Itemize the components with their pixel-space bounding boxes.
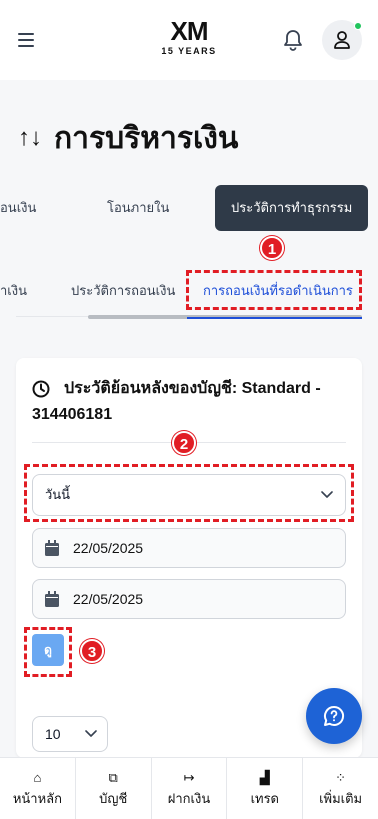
deposit-icon: ↦ [183,770,195,785]
transfer-arrows-icon: ↑↓ [18,124,42,151]
chat-support-button[interactable] [306,688,362,744]
nav-more-label: เพิ่มเติม [319,791,363,806]
date-to-field[interactable]: 22/05/2025 [32,579,346,619]
date-from-field[interactable]: 22/05/2025 [32,528,346,568]
online-status-dot [354,22,362,30]
tab-withdraw[interactable]: อนเงิน [0,185,36,231]
page-size-value: 10 [45,726,61,742]
calendar-icon [45,540,59,556]
nav-deposit-label: ฝากเงิน [167,791,211,806]
logo-subtitle: 15 YEARS [161,46,217,56]
period-select[interactable]: วันนี้ [32,474,346,516]
chat-help-icon [324,705,345,726]
wallet-icon: ⧉ [108,770,118,785]
bottom-navigation: ⌂ หน้าหลัก ⧉ บัญชี ↦ ฝากเงิน ▟ เทรด ⁘ เพ… [0,757,378,819]
nav-deposit[interactable]: ↦ ฝากเงิน [152,758,228,819]
bell-icon[interactable] [282,28,304,52]
sub-tabs: าเงิน ประวัติการถอนเงิน การถอนเงินที่รอด… [0,272,378,320]
page-title-row: ↑↓ การบริหารเงิน [18,118,238,158]
annotation-badge-3: 3 [80,639,104,663]
nav-home-label: หน้าหลัก [12,791,62,806]
subtab-pending-withdrawals[interactable]: การถอนเงินที่รอดำเนินการ [203,280,353,301]
active-subtab-indicator [187,317,362,319]
nav-trade-label: เทรด [250,791,279,806]
home-icon: ⌂ [33,770,42,785]
account-history-card: ประวัติย้อนหลังของบัญชี: Standard - 3144… [16,358,362,758]
calendar-icon [45,591,59,607]
xm-logo[interactable]: XM 15 YEARS [160,18,218,62]
page-title: การบริหารเงิน [54,121,239,155]
main-tabs: อนเงิน โอนภายใน ประวัติการทำธุรกรรม [0,185,378,231]
chevron-down-icon [321,475,333,531]
page-size-select[interactable]: 10 [32,716,108,752]
date-to-value: 22/05/2025 [73,591,144,607]
view-button[interactable]: ดู [32,634,64,666]
nav-home[interactable]: ⌂ หน้าหลัก [0,758,76,819]
logo-mark: XM [170,16,209,46]
nav-trade[interactable]: ▟ เทรด [227,758,304,819]
tab-transaction-history[interactable]: ประวัติการทำธุรกรรม [215,185,369,231]
grid-icon: ⁘ [335,770,347,785]
top-header: XM 15 YEARS [0,0,378,80]
date-from-value: 22/05/2025 [73,540,144,556]
annotation-badge-1: 1 [260,236,284,260]
user-icon [334,31,350,49]
subtab-deposit-history[interactable]: าเงิน [0,280,27,301]
menu-icon[interactable] [14,28,40,52]
chart-icon: ▟ [259,770,270,785]
clock-icon [32,380,50,398]
period-select-value: วันนี้ [45,487,71,502]
card-header: ประวัติย้อนหลังของบัญชี: Standard - 3144… [32,376,350,428]
user-avatar[interactable] [322,20,362,60]
tab-internal-transfer[interactable]: โอนภายใน [107,185,169,231]
subtab-withdrawal-history[interactable]: ประวัติการถอนเงิน [71,280,175,301]
annotation-badge-2: 2 [172,431,196,455]
nav-accounts[interactable]: ⧉ บัญชี [76,758,152,819]
card-title: ประวัติย้อนหลังของบัญชี: Standard - 3144… [32,380,321,423]
nav-accounts-label: บัญชี [99,791,128,806]
nav-more[interactable]: ⁘ เพิ่มเติม [303,758,378,819]
